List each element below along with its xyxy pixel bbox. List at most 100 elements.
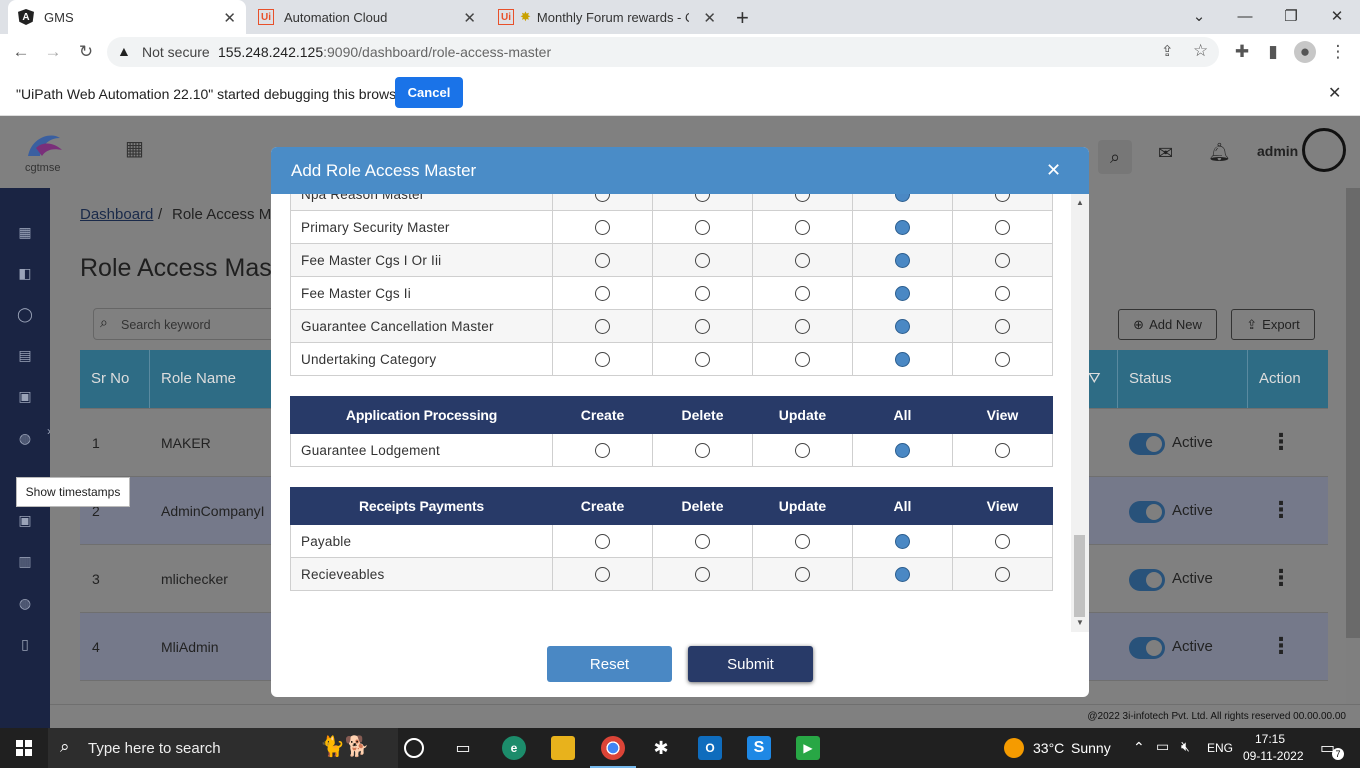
permission-radio-update[interactable] — [795, 533, 810, 549]
permission-radio-create[interactable] — [595, 318, 610, 334]
chrome-icon[interactable] — [601, 736, 625, 760]
edge-icon[interactable]: e — [502, 736, 526, 760]
permission-radio-create[interactable] — [595, 194, 610, 202]
dashboard-icon[interactable]: ▦ — [17, 224, 33, 240]
briefcase-icon[interactable]: ◧ — [17, 265, 33, 281]
add-new-button[interactable]: ⊕ Add New — [1118, 309, 1217, 340]
tab-search-icon[interactable]: ⌄ — [1176, 0, 1222, 32]
permission-radio-all[interactable] — [895, 566, 910, 582]
permission-radio-view[interactable] — [995, 219, 1010, 235]
row-actions-icon[interactable]: ⋮ — [1270, 429, 1292, 455]
new-tab-icon[interactable]: + — [736, 5, 749, 31]
permission-radio-update[interactable] — [795, 442, 810, 458]
row-actions-icon[interactable]: ⋮ — [1270, 497, 1292, 523]
globe-icon[interactable]: ◍ — [17, 595, 33, 611]
scroll-up-icon[interactable]: ▲ — [1076, 198, 1084, 207]
close-tab-icon[interactable]: ✕ — [703, 9, 716, 27]
close-window-icon[interactable]: ✕ — [1314, 0, 1360, 32]
clock-date[interactable]: 09-11-2022 — [1243, 749, 1304, 763]
permission-radio-update[interactable] — [795, 194, 810, 202]
menu-kebab-icon[interactable]: ⋮ — [1327, 41, 1349, 63]
permission-radio-update[interactable] — [795, 351, 810, 367]
uipath-assistant-icon[interactable]: ▶ — [796, 736, 820, 760]
close-tab-icon[interactable]: ✕ — [463, 9, 476, 27]
permission-radio-create[interactable] — [595, 442, 610, 458]
permission-radio-delete[interactable] — [695, 285, 710, 301]
restore-icon[interactable]: ❐ — [1268, 0, 1314, 32]
modal-close-icon[interactable]: ✕ — [1046, 160, 1061, 181]
share-icon[interactable]: ⇪ — [1161, 42, 1174, 60]
outlook-icon[interactable]: O — [698, 736, 722, 760]
permission-radio-all[interactable] — [895, 351, 910, 367]
status-toggle[interactable] — [1129, 433, 1165, 455]
permission-radio-update[interactable] — [795, 219, 810, 235]
permission-radio-view[interactable] — [995, 194, 1010, 202]
back-icon[interactable]: ← — [10, 41, 32, 63]
document-icon[interactable]: ▤ — [17, 347, 33, 363]
scroll-down-icon[interactable]: ▼ — [1076, 618, 1084, 627]
row-actions-icon[interactable]: ⋮ — [1270, 633, 1292, 659]
bookmark-star-icon[interactable]: ☆ — [1193, 41, 1208, 61]
show-hidden-icons[interactable]: ⌃ — [1133, 739, 1145, 756]
modal-scroll-thumb[interactable] — [1074, 535, 1085, 617]
permission-radio-all[interactable] — [895, 219, 910, 235]
user-icon[interactable]: ◯ — [17, 306, 33, 322]
status-toggle[interactable] — [1129, 637, 1165, 659]
close-tab-icon[interactable]: ✕ — [223, 9, 236, 27]
permission-radio-view[interactable] — [995, 285, 1010, 301]
status-toggle[interactable] — [1129, 569, 1165, 591]
permission-radio-delete[interactable] — [695, 566, 710, 582]
permission-radio-all[interactable] — [895, 533, 910, 549]
permission-radio-delete[interactable] — [695, 219, 710, 235]
globe-icon[interactable]: ◍ — [17, 430, 33, 446]
permission-radio-delete[interactable] — [695, 252, 710, 268]
permission-radio-create[interactable] — [595, 351, 610, 367]
forward-icon[interactable]: → — [42, 41, 64, 63]
export-button[interactable]: ⇪ Export — [1231, 309, 1315, 340]
tab-gms[interactable]: A GMS ✕ — [8, 0, 246, 34]
file-explorer-icon[interactable] — [551, 736, 575, 760]
filter-icon[interactable]: ⛛ — [1088, 370, 1101, 387]
submit-button[interactable]: Submit — [688, 646, 813, 682]
avatar-icon[interactable] — [1302, 128, 1346, 172]
page-scrollbar[interactable] — [1346, 188, 1360, 638]
permission-radio-create[interactable] — [595, 533, 610, 549]
permission-radio-view[interactable] — [995, 252, 1010, 268]
permission-radio-view[interactable] — [995, 566, 1010, 582]
slack-icon[interactable]: ✱ — [649, 736, 673, 760]
row-actions-icon[interactable]: ⋮ — [1270, 565, 1292, 591]
permission-radio-create[interactable] — [595, 566, 610, 582]
extensions-icon[interactable]: ✚ — [1231, 41, 1253, 63]
permission-radio-create[interactable] — [595, 219, 610, 235]
permission-radio-create[interactable] — [595, 285, 610, 301]
uipath-studio-icon[interactable]: S — [747, 736, 771, 760]
omnibox[interactable]: ▲ Not secure 155.248.242.125:9090/dashbo… — [107, 37, 1219, 67]
volume-mute-icon[interactable]: 🔇︎ — [1181, 738, 1190, 755]
mail-icon[interactable]: ✉ — [1158, 143, 1173, 164]
url-text[interactable]: 155.248.242.125:9090/dashboard/role-acce… — [218, 44, 551, 60]
permission-radio-all[interactable] — [895, 194, 910, 202]
permission-radio-view[interactable] — [995, 351, 1010, 367]
calendar-icon[interactable]: ▣ — [17, 512, 33, 528]
permission-radio-update[interactable] — [795, 318, 810, 334]
bell-icon[interactable]: 🔔︎ — [1208, 142, 1231, 163]
tab-forum-rewards[interactable]: Ui ✸ Monthly Forum rewards - Oct ✕ — [488, 0, 726, 34]
profile-icon[interactable]: ● — [1294, 41, 1316, 63]
status-toggle[interactable] — [1129, 501, 1165, 523]
minimize-icon[interactable]: — — [1222, 0, 1268, 32]
apps-grid-icon[interactable]: ▦ — [125, 136, 144, 161]
permission-radio-update[interactable] — [795, 566, 810, 582]
permission-radio-view[interactable] — [995, 442, 1010, 458]
breadcrumb-home[interactable]: Dashboard — [80, 206, 153, 223]
user-name[interactable]: admin — [1257, 143, 1298, 159]
sidepanel-icon[interactable]: ▮ — [1262, 41, 1284, 63]
permission-radio-view[interactable] — [995, 533, 1010, 549]
reload-icon[interactable]: ↻ — [75, 41, 97, 63]
search-input[interactable]: ⌕ Search keyword — [93, 308, 293, 340]
taskbar-search-box[interactable]: ⌕ Type here to search 🐈🐕 — [48, 728, 398, 768]
tab-automation-cloud[interactable]: Ui Automation Cloud ✕ — [248, 0, 486, 34]
permission-radio-delete[interactable] — [695, 194, 710, 202]
permission-radio-delete[interactable] — [695, 533, 710, 549]
permission-radio-delete[interactable] — [695, 442, 710, 458]
infobar-cancel-button[interactable]: Cancel — [395, 77, 463, 108]
